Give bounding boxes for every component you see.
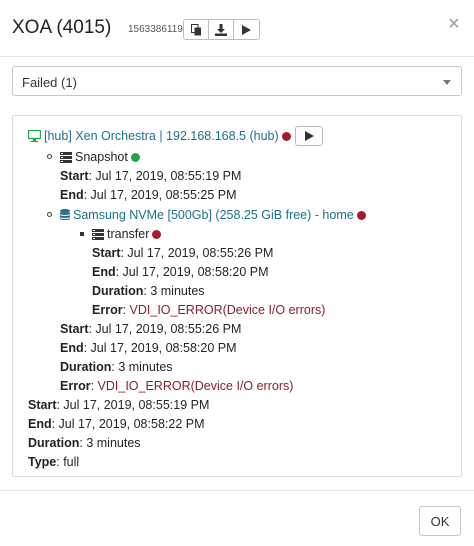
snapshot-start: Start: Jul 17, 2019, 08:55:19 PM — [60, 169, 242, 183]
chevron-down-icon — [443, 80, 451, 85]
transfer-end: End: Jul 17, 2019, 08:58:20 PM — [92, 265, 269, 279]
list-bullet — [80, 232, 84, 236]
list-bullet — [47, 212, 52, 217]
vm-entry: [hub] Xen Orchestra | 192.168.168.5 (hub… — [28, 128, 291, 144]
snapshot-label: Snapshot — [75, 150, 128, 164]
snapshot-end: End: Jul 17, 2019, 08:55:25 PM — [60, 188, 237, 202]
job-log-modal: XOA (4015) 1563386119628 × Failed (1) [h… — [0, 0, 474, 546]
modal-title: XOA (4015) — [12, 17, 112, 38]
sr-entry: Samsung NVMe [500Gb] (258.25 GiB free) -… — [60, 207, 366, 223]
sr-end: End: Jul 17, 2019, 08:58:20 PM — [60, 341, 237, 355]
transfer-status-failed-icon — [152, 230, 162, 239]
tasks-icon — [60, 152, 72, 163]
sr-link[interactable]: Samsung NVMe [500Gb] (258.25 GiB free) -… — [73, 208, 354, 222]
copy-icon — [190, 23, 201, 35]
transfer-start: Start: Jul 17, 2019, 08:55:26 PM — [92, 246, 274, 260]
restart-vm-button[interactable] — [295, 126, 323, 146]
transfer-duration: Duration: 3 minutes — [92, 284, 205, 298]
snapshot-entry: Snapshot — [60, 149, 140, 165]
run-job-button[interactable] — [234, 20, 259, 39]
desktop-icon — [28, 130, 41, 142]
tasks-icon — [92, 229, 104, 240]
transfer-label: transfer — [107, 227, 150, 241]
sr-start: Start: Jul 17, 2019, 08:55:26 PM — [60, 322, 242, 336]
task-end: End: Jul 17, 2019, 08:58:22 PM — [28, 417, 205, 431]
play-icon — [242, 24, 251, 35]
modal-header: XOA (4015) 1563386119628 × — [0, 0, 474, 57]
copy-button[interactable] — [184, 20, 209, 39]
snapshot-status-success-icon — [130, 153, 140, 162]
download-icon — [215, 23, 227, 36]
task-type: Type: full — [28, 455, 80, 469]
sr-error: Error: VDI_IO_ERROR(Device I/O errors) — [60, 379, 294, 393]
status-filter-value: Failed (1) — [22, 75, 77, 90]
transfer-error: Error: VDI_IO_ERROR(Device I/O errors) — [92, 303, 326, 317]
ok-button[interactable]: OK — [419, 506, 461, 536]
sr-status-failed-icon — [356, 211, 366, 220]
database-icon — [60, 209, 70, 220]
play-icon — [304, 131, 314, 141]
status-filter-select[interactable]: Failed (1) — [12, 66, 462, 96]
modal-footer: OK — [0, 490, 474, 546]
list-bullet — [47, 154, 52, 159]
vm-status-failed-icon — [281, 132, 291, 141]
task-start: Start: Jul 17, 2019, 08:55:19 PM — [28, 398, 210, 412]
transfer-entry: transfer — [92, 226, 162, 242]
vm-link[interactable]: [hub] Xen Orchestra | 192.168.168.5 (hub… — [44, 129, 279, 143]
close-button[interactable]: × — [448, 14, 460, 34]
download-button[interactable] — [209, 20, 234, 39]
task-duration: Duration: 3 minutes — [28, 436, 141, 450]
sr-duration: Duration: 3 minutes — [60, 360, 173, 374]
header-button-group — [183, 19, 260, 40]
